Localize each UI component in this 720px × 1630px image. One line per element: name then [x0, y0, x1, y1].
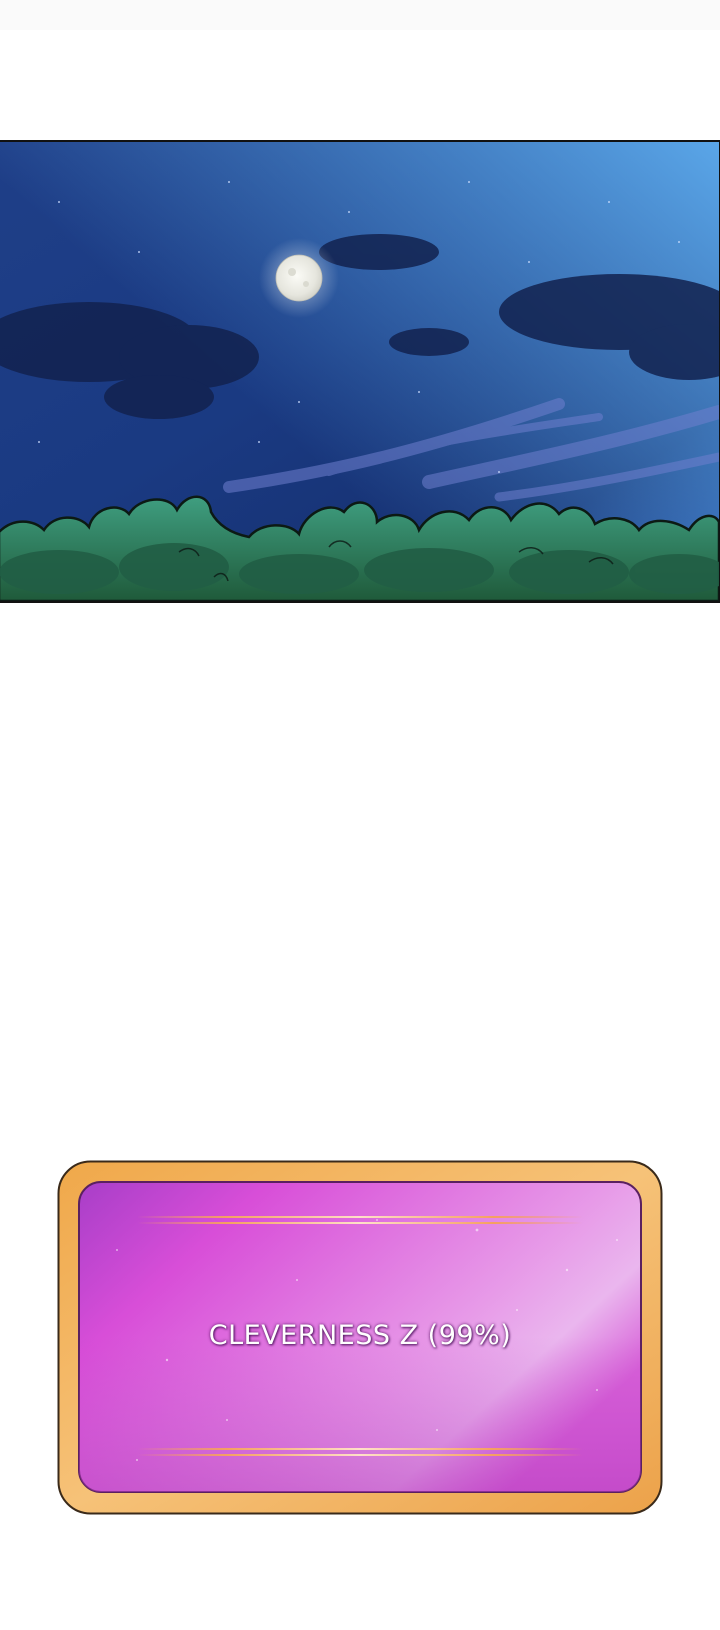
moon-icon: [259, 238, 339, 318]
stat-text: CLEVERNESS Z (99%): [208, 1320, 512, 1351]
stat-window: CLEVERNESS Z (99%): [57, 1160, 663, 1515]
night-sky-illustration: [0, 142, 719, 601]
comic-page: CLEVERNESS Z (99%): [0, 0, 720, 1630]
top-margin: [0, 0, 720, 30]
night-sky-panel: [0, 140, 720, 603]
